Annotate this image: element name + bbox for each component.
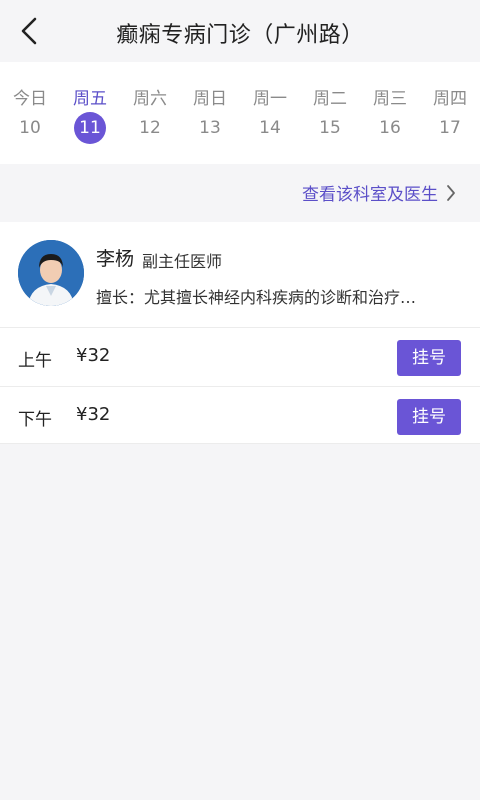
- day-weekday: 周一: [253, 89, 287, 109]
- day-item-5[interactable]: 周二 15: [300, 62, 360, 164]
- day-weekday: 周四: [433, 89, 467, 109]
- day-item-4[interactable]: 周一 14: [240, 62, 300, 164]
- day-item-7[interactable]: 周四 17: [420, 62, 480, 164]
- divider: [0, 443, 480, 444]
- slot-price: ¥32: [76, 404, 111, 425]
- doctor-name: 李杨: [96, 248, 135, 270]
- day-date: 12: [139, 118, 161, 138]
- day-weekday: 周二: [313, 89, 347, 109]
- day-date: 15: [319, 118, 341, 138]
- slot-price: ¥32: [76, 345, 111, 366]
- doctor-card: 李杨 副主任医师 擅长：尤其擅长神经内科疾病的诊断和治疗… 上午 ¥32 挂号 …: [0, 222, 480, 444]
- slot-period: 上午: [18, 351, 52, 371]
- chevron-right-icon: [447, 184, 455, 201]
- slot-period: 下午: [18, 410, 52, 430]
- day-item-6[interactable]: 周三 16: [360, 62, 420, 164]
- day-weekday: 周日: [193, 89, 227, 109]
- nav-header: 癫痫专病门诊（广州路）: [0, 0, 480, 62]
- day-date: 16: [379, 118, 401, 138]
- day-item-3[interactable]: 周日 13: [180, 62, 240, 164]
- day-date-selected: 11: [74, 112, 106, 144]
- day-date: 10: [19, 118, 41, 138]
- page-title: 癫痫专病门诊（广州路）: [116, 23, 364, 48]
- day-weekday: 今日: [13, 89, 47, 109]
- slot-afternoon: 下午 ¥32 挂号: [0, 387, 480, 445]
- day-weekday: 周三: [373, 89, 407, 109]
- date-selector: 今日 10 周五 11 周六 12 周日 13 周一 14 周二 15 周三 1…: [0, 62, 480, 164]
- day-weekday: 周五: [73, 89, 107, 109]
- day-weekday: 周六: [133, 89, 167, 109]
- register-button-morning[interactable]: 挂号: [397, 340, 461, 376]
- register-button-afternoon[interactable]: 挂号: [397, 399, 461, 435]
- dept-link-label: 查看该科室及医生: [302, 185, 438, 205]
- day-date: 17: [439, 118, 461, 138]
- day-item-0[interactable]: 今日 10: [0, 62, 60, 164]
- day-item-2[interactable]: 周六 12: [120, 62, 180, 164]
- doctor-title: 副主任医师: [142, 252, 223, 271]
- slot-morning: 上午 ¥32 挂号: [0, 328, 480, 386]
- day-date: 13: [199, 118, 221, 138]
- view-department-doctors-link[interactable]: 查看该科室及医生: [302, 180, 456, 205]
- doctor-avatar: [18, 240, 84, 306]
- day-item-1[interactable]: 周五 11: [60, 62, 120, 164]
- doctor-specialty: 擅长：尤其擅长神经内科疾病的诊断和治疗…: [96, 288, 417, 307]
- day-date: 14: [259, 118, 281, 138]
